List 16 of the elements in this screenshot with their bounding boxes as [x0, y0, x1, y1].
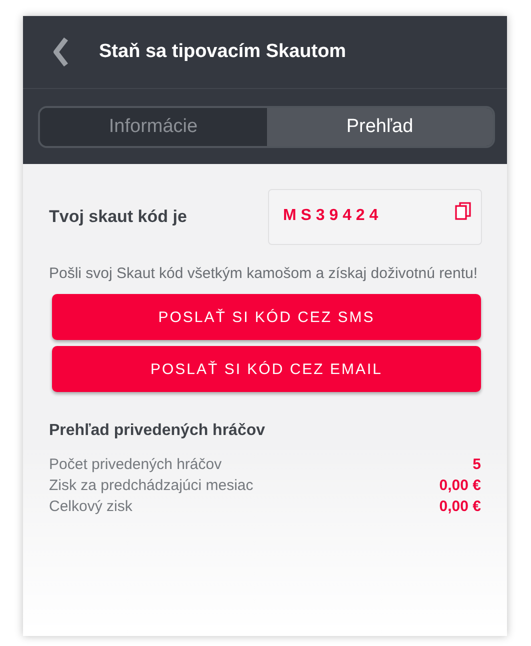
section-title: Prehľad privedených hráčov: [49, 422, 266, 440]
stat-value: 5: [472, 455, 481, 475]
copy-icon[interactable]: [455, 202, 471, 220]
stat-value: 0,00 €: [439, 476, 481, 496]
stat-label: Počet privedených hráčov: [49, 455, 222, 475]
stat-label: Celkový zisk: [49, 497, 132, 517]
screen-title: Staň sa tipovacím Skautom: [99, 41, 346, 63]
send-button[interactable]: POSLAŤ SI KÓD CEZ EMAIL: [52, 346, 481, 392]
code-field[interactable]: M S 3 9 4 2 4: [268, 189, 482, 245]
stat-label: Zisk za predchádzajúci mesiac: [49, 476, 254, 496]
tab[interactable]: Prehľad: [266, 108, 493, 146]
code-label: Tvoj skaut kód je: [49, 207, 187, 227]
send-button[interactable]: POSLAŤ SI KÓD CEZ SMS: [52, 294, 481, 340]
back-icon[interactable]: [53, 37, 69, 67]
stat-value: 0,00 €: [439, 497, 481, 517]
info-text: Pošli svoj Skaut kód všetkým kamošom a získaj doživotnú rentu!: [49, 264, 479, 284]
